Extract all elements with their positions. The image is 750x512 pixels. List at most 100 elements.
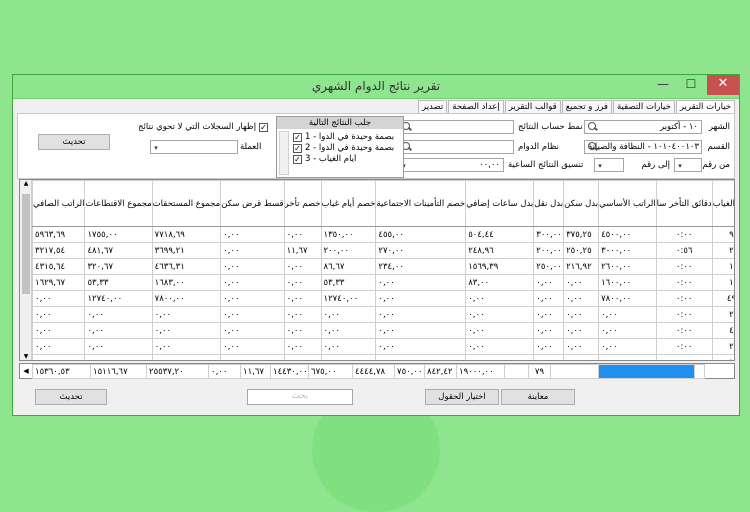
table-cell[interactable]: ٠,٠٠ [598, 322, 657, 339]
table-cell[interactable]: ٣٦٩٩,٢١ [151, 242, 222, 259]
scroll-left-icon[interactable]: ◀ [20, 364, 32, 378]
tab-page-setup[interactable]: إعداد الصفحة [448, 100, 504, 113]
scroll-up-icon[interactable]: ▲ [20, 180, 32, 187]
search-icon[interactable] [586, 121, 599, 133]
table-cell[interactable]: ٠,٠٠ [283, 274, 322, 291]
table-cell[interactable]: ٥٩٦٣,٦٩ [31, 226, 86, 243]
table-cell[interactable]: ٠:٠٠ [655, 306, 713, 323]
column-header[interactable]: خصم التأمينات الاجتماعية [375, 180, 467, 227]
table-cell[interactable]: ٠,٠٠ [151, 322, 222, 339]
table-cell[interactable]: ٢ [711, 306, 734, 323]
table-cell[interactable]: ٠,٠٠ [320, 354, 377, 360]
table-cell[interactable]: ٠,٠٠ [220, 226, 285, 243]
table-cell[interactable]: ٠,٠٠ [375, 306, 467, 323]
tab-report-options[interactable]: خيارات التقرير [675, 100, 735, 114]
tab-sort-group[interactable]: فرز و تجميع [561, 100, 612, 113]
table-cell[interactable]: ٠:٥٦ [655, 242, 713, 259]
table-cell[interactable]: ٠:٠٠ [655, 354, 713, 360]
table-cell[interactable]: ٤٥٠٠,٠٠ [598, 226, 657, 243]
table-cell[interactable]: ٠,٠٠ [84, 322, 153, 339]
table-cell[interactable]: ٠,٠٠ [563, 306, 600, 323]
to-number-input[interactable]: ▾ [594, 158, 624, 172]
search-input[interactable]: بحث [247, 389, 353, 405]
table-cell[interactable]: ٠,٠٠ [598, 338, 657, 355]
checkbox-checked-icon[interactable]: ✓ [293, 144, 302, 153]
table-cell[interactable]: ٢ [711, 338, 734, 355]
table-cell[interactable]: ١ [711, 354, 734, 360]
table-cell[interactable]: ٣٢١٧,٥٤ [31, 242, 86, 259]
dept-field[interactable]: ١٠١٠٤٠٠١٠٣ - النظافة والصيانة [584, 140, 702, 154]
column-header[interactable]: الراتب الأساسي [598, 180, 657, 227]
refresh-button-top[interactable]: تحديث [38, 134, 110, 150]
table-row[interactable]: 5موظف ٧٠بنجلاديشي٤٩٠:٠٠٧٨٠٠,٠٠٠,٠٠٠,٠٠٠,… [31, 290, 734, 307]
table-cell[interactable]: ٠,٠٠ [283, 354, 322, 360]
table-cell[interactable]: ٠:٠٠ [655, 226, 713, 243]
table-cell[interactable]: ٣٠٠٠,٠٠ [598, 242, 657, 259]
table-cell[interactable]: ٧٨٠٠,٠٠ [151, 290, 222, 307]
table-cell[interactable]: ٠,٠٠ [283, 306, 322, 323]
table-cell[interactable]: ١١,٦٧ [283, 242, 322, 259]
fetch-item[interactable]: ✓ 3 - أيام الغياب [293, 154, 401, 165]
table-cell[interactable]: ٠:٠٠ [655, 338, 713, 355]
choose-fields-button[interactable]: اختيار الحقول [425, 389, 499, 405]
table-cell[interactable]: ٢٤٨,٩٦ [465, 242, 535, 259]
table-cell[interactable]: ٤٥٥,٠٠ [375, 226, 467, 243]
table-cell[interactable]: ٠,٠٠ [151, 354, 222, 360]
table-cell[interactable]: ٠,٠٠ [465, 290, 535, 307]
table-cell[interactable]: ٠,٠٠ [465, 338, 535, 355]
maximize-button[interactable]: ☐ [677, 75, 705, 95]
column-header[interactable]: مجموع المستحقات [151, 180, 222, 227]
table-row[interactable]: 7موظف ١٠٥٣هندي٤٠:٠٠٠,٠٠٠,٠٠٠,٠٠٠,٠٠٠,٠٠٠… [31, 322, 734, 339]
table-cell[interactable]: ٠:٠٠ [655, 322, 713, 339]
scroll-down-icon[interactable]: ▼ [20, 353, 32, 360]
currency-select[interactable]: ▾ [150, 140, 238, 154]
table-cell[interactable]: ٤٩ [711, 290, 734, 307]
table-cell[interactable]: ٠,٠٠ [220, 354, 285, 360]
table-row[interactable]: 9موظف ٢٧٨هندي١٠:٠٠٠,٠٠٠,٠٠٠,٠٠٠,٠٠٠,٠٠٠,… [31, 354, 734, 360]
table-row[interactable]: 3سالم سليم سليمان العمهندي١٠:٠٠٢٦٠٠,٠٠٢١… [31, 258, 734, 275]
table-row[interactable]: 6موظف ٢٦هندي٢٠:٠٠٠,٠٠٠,٠٠٠,٠٠٠,٠٠٠,٠٠٠,٠… [31, 306, 734, 323]
table-cell[interactable]: ١٢٧٤٠,٠٠ [320, 290, 377, 307]
table-cell[interactable]: ٢١٦,٩٢ [563, 258, 600, 275]
table-cell[interactable]: ٢٥٠,٢٥ [563, 242, 600, 259]
fetch-item[interactable]: ✓ 1 - بصمة وحيدة في الدوا [293, 132, 401, 143]
account-mode-field[interactable] [398, 120, 514, 134]
table-cell[interactable]: ٢٣٤,٠٠ [375, 258, 467, 275]
table-cell[interactable]: ٨٦,٦٧ [320, 258, 377, 275]
table-cell[interactable]: ٠,٠٠ [598, 354, 657, 360]
scroll-thumb[interactable] [22, 194, 30, 294]
column-header[interactable]: مجموع الاقتطاعات [84, 180, 153, 227]
table-cell[interactable]: ١٥٦٩,٣٩ [465, 258, 535, 275]
month-field[interactable]: ١٠ - أكتوبر [584, 120, 702, 134]
refresh-button-bottom[interactable]: تحديث [35, 389, 107, 405]
table-cell[interactable]: ٠,٠٠ [375, 322, 467, 339]
from-number-input[interactable]: ▾ [674, 158, 702, 172]
table-cell[interactable]: ٥٣,٣٣ [84, 274, 153, 291]
table-cell[interactable]: ١٦٨٣,٠٠ [151, 274, 222, 291]
table-cell[interactable]: ٤٦٣٦,٣١ [151, 258, 222, 275]
fetch-scrollbar[interactable] [279, 131, 289, 175]
close-button[interactable]: ✕ [707, 75, 739, 95]
table-cell[interactable]: ٧٧١٨,٦٩ [151, 226, 222, 243]
table-cell[interactable]: ٠,٠٠ [320, 306, 377, 323]
column-header[interactable]: بدل ساعات إضافي [465, 180, 535, 227]
table-cell[interactable]: ٤٣١٥,٦٤ [31, 258, 86, 275]
table-cell[interactable]: ٠,٠٠ [31, 290, 86, 307]
checkbox-checked-icon[interactable]: ✓ [293, 155, 302, 164]
table-cell[interactable]: ٠,٠٠ [375, 290, 467, 307]
table-cell[interactable]: ٠,٠٠ [283, 322, 322, 339]
table-cell[interactable]: ١٣٥٠,٠٠ [320, 226, 377, 243]
table-cell[interactable]: ٠:٠٠ [655, 258, 713, 275]
table-cell[interactable]: ٣٠٠,٠٠ [533, 226, 565, 243]
table-cell[interactable]: ٠,٠٠ [220, 290, 285, 307]
table-cell[interactable]: ٠,٠٠ [320, 322, 377, 339]
table-cell[interactable]: ٠,٠٠ [84, 354, 153, 360]
table-cell[interactable]: ٥٣,٣٣ [320, 274, 377, 291]
table-cell[interactable]: ٠,٠٠ [283, 338, 322, 355]
table-cell[interactable]: ٠,٠٠ [283, 226, 322, 243]
table-cell[interactable]: ٤ [711, 322, 734, 339]
table-cell[interactable]: ٠,٠٠ [533, 354, 565, 360]
table-cell[interactable]: ٠,٠٠ [151, 338, 222, 355]
tab-filter-options[interactable]: خيارات التصفية [612, 100, 675, 113]
fetch-item[interactable]: ✓ 2 - بصمة وحيدة في الدوا [293, 143, 401, 154]
